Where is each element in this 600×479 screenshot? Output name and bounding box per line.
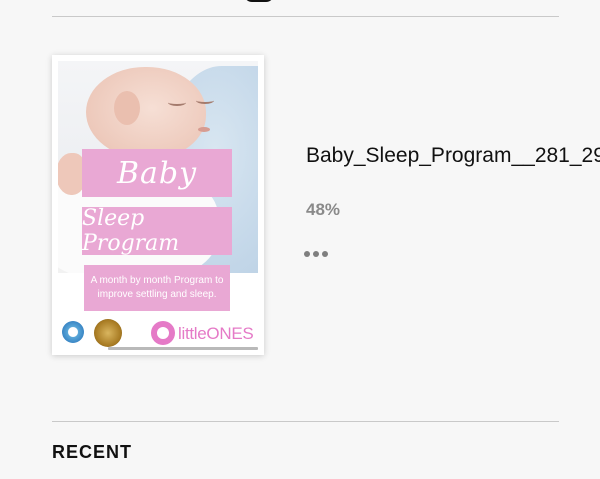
book-progress: 48% <box>306 200 341 219</box>
library-view: Baby Sleep Program A month by month Prog… <box>0 0 600 479</box>
cover-title-line1: Baby <box>82 149 232 197</box>
book-cover[interactable]: Baby Sleep Program A month by month Prog… <box>52 55 264 355</box>
more-options-button[interactable] <box>304 247 334 261</box>
ellipsis-icon-dot <box>322 251 328 257</box>
littleones-logo-icon <box>151 321 175 345</box>
littleones-logo-text: littleONES <box>178 324 254 343</box>
cover-title-line2: Sleep Program <box>82 206 232 256</box>
section-divider <box>52 421 559 422</box>
top-partial-element <box>244 0 274 2</box>
cover-baby-ear <box>114 91 140 125</box>
top-divider <box>52 16 559 17</box>
seal-logo-icon <box>94 319 122 347</box>
cover-description: A month by month Program to improve sett… <box>84 265 230 311</box>
association-logo-icon <box>62 321 84 343</box>
cover-baby-eye-left <box>168 99 186 106</box>
book-title[interactable]: Baby_Sleep_Program__281_29 <box>306 142 600 170</box>
cover-baby-eye-right <box>196 97 214 104</box>
ellipsis-icon <box>304 251 310 257</box>
littleones-logo-face <box>157 327 169 339</box>
cover-fineprint <box>108 347 258 350</box>
cover-baby-mouth <box>198 127 210 132</box>
cover-baby-head <box>86 67 214 159</box>
ellipsis-icon-dot <box>313 251 319 257</box>
recent-section-heading: RECENT <box>52 442 133 462</box>
